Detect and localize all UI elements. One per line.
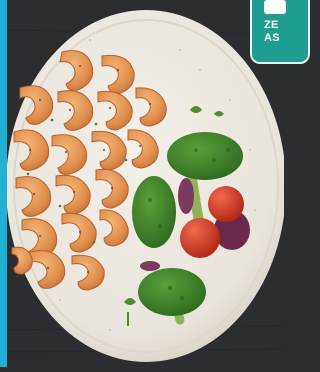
badge-text-line-1: ZE — [264, 19, 279, 31]
corner-badge: ZE AS — [250, 0, 310, 64]
badge-text-line-2: AS — [264, 32, 280, 44]
food-photo: ZE AS — [0, 0, 310, 367]
badge-mark — [264, 0, 286, 14]
plate-illustration — [0, 0, 286, 367]
edge-strip — [0, 0, 7, 367]
